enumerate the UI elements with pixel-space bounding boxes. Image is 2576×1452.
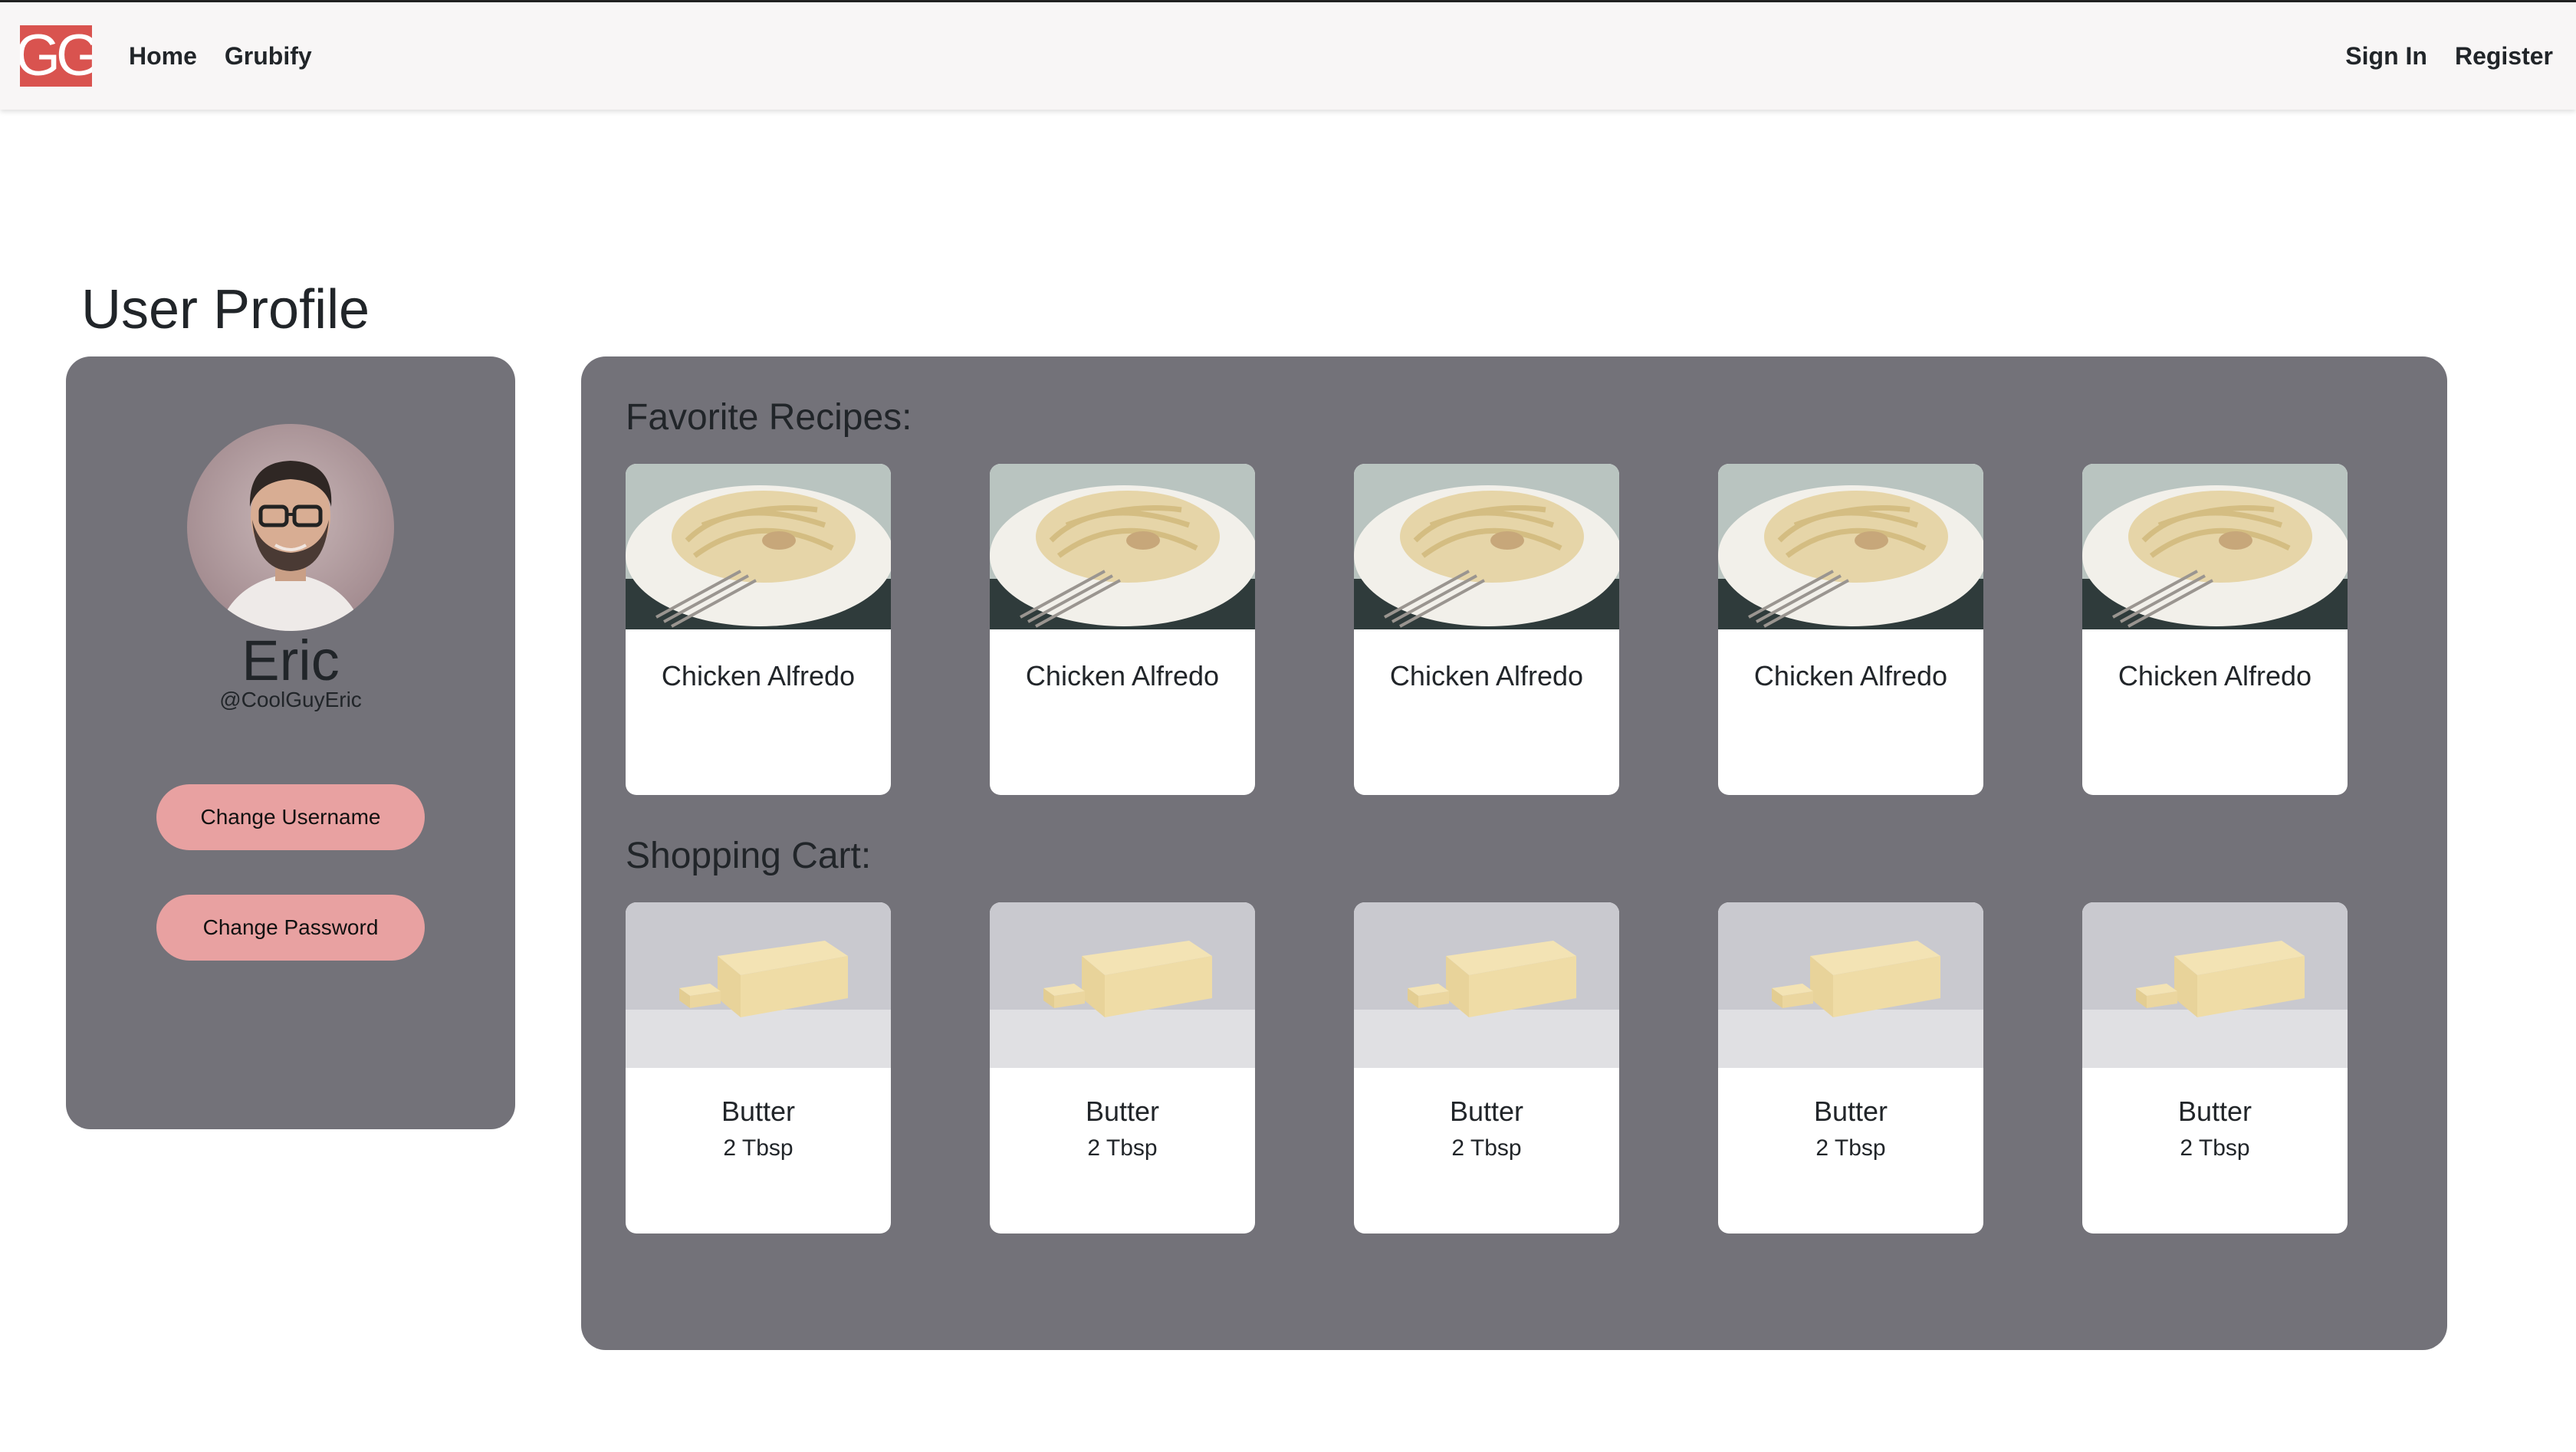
- user-handle: @CoolGuyEric: [219, 688, 362, 711]
- pasta-dish-icon: [626, 464, 891, 629]
- cart-item-card[interactable]: Butter 2 Tbsp: [1718, 902, 1983, 1234]
- page-title: User Profile: [81, 279, 370, 340]
- cart-item-card[interactable]: Butter 2 Tbsp: [990, 902, 1255, 1234]
- page: GG Home Grubify Sign In Register User Pr…: [0, 0, 2576, 1452]
- pasta-dish-icon: [1718, 464, 1983, 629]
- brand-logo[interactable]: GG: [20, 25, 92, 87]
- butter-stick-icon: [2082, 902, 2348, 1068]
- cart-item-quantity: 2 Tbsp: [1087, 1135, 1158, 1161]
- butter-image: [626, 902, 891, 1068]
- chicken-alfredo-image: [1354, 464, 1619, 629]
- nav-register-link[interactable]: Register: [2455, 42, 2553, 71]
- cart-item-card[interactable]: Butter 2 Tbsp: [626, 902, 891, 1234]
- cart-item-name: Butter: [721, 1096, 796, 1127]
- main-panel: Favorite Recipes: Chicken Alfredo Chicke…: [581, 356, 2447, 1350]
- pasta-dish-icon: [2082, 464, 2348, 629]
- change-password-button[interactable]: Change Password: [156, 895, 425, 961]
- favorite-recipes-heading: Favorite Recipes:: [626, 397, 912, 438]
- navbar-right: Sign In Register: [2318, 42, 2553, 71]
- avatar: [187, 424, 394, 631]
- butter-image: [990, 902, 1255, 1068]
- cart-item-card[interactable]: Butter 2 Tbsp: [2082, 902, 2348, 1234]
- pasta-dish-icon: [990, 464, 1255, 629]
- recipe-name: Chicken Alfredo: [1753, 660, 1948, 692]
- butter-image: [1354, 902, 1619, 1068]
- navbar: GG Home Grubify Sign In Register: [0, 2, 2576, 110]
- profile-card: Eric @CoolGuyEric Change Username Change…: [66, 356, 515, 1129]
- butter-stick-icon: [1718, 902, 1983, 1068]
- recipe-name: Chicken Alfredo: [2118, 660, 2312, 692]
- chicken-alfredo-image: [2082, 464, 2348, 629]
- butter-stick-icon: [990, 902, 1255, 1068]
- recipe-card[interactable]: Chicken Alfredo: [2082, 464, 2348, 795]
- nav-grubify-link[interactable]: Grubify: [225, 42, 312, 71]
- butter-image: [1718, 902, 1983, 1068]
- recipe-card[interactable]: Chicken Alfredo: [1354, 464, 1619, 795]
- recipe-card[interactable]: Chicken Alfredo: [626, 464, 891, 795]
- chicken-alfredo-image: [1718, 464, 1983, 629]
- cart-item-quantity: 2 Tbsp: [1815, 1135, 1886, 1161]
- recipe-name: Chicken Alfredo: [1025, 660, 1220, 692]
- nav-sign-in-link[interactable]: Sign In: [2345, 42, 2427, 71]
- cart-item-quantity: 2 Tbsp: [1451, 1135, 1522, 1161]
- shopping-cart-heading: Shopping Cart:: [626, 836, 872, 876]
- butter-image: [2082, 902, 2348, 1068]
- cart-item-name: Butter: [1813, 1096, 1888, 1127]
- recipe-card[interactable]: Chicken Alfredo: [990, 464, 1255, 795]
- recipe-name: Chicken Alfredo: [1389, 660, 1584, 692]
- person-portrait-icon: [218, 461, 363, 631]
- recipe-name: Chicken Alfredo: [661, 660, 856, 692]
- butter-stick-icon: [626, 902, 891, 1068]
- cart-item-name: Butter: [1449, 1096, 1524, 1127]
- nav-home-link[interactable]: Home: [129, 42, 197, 71]
- butter-stick-icon: [1354, 902, 1619, 1068]
- cart-item-name: Butter: [2177, 1096, 2252, 1127]
- cart-item-quantity: 2 Tbsp: [2180, 1135, 2250, 1161]
- cart-item-quantity: 2 Tbsp: [723, 1135, 794, 1161]
- chicken-alfredo-image: [990, 464, 1255, 629]
- cart-item-card[interactable]: Butter 2 Tbsp: [1354, 902, 1619, 1234]
- navbar-left: GG Home Grubify: [20, 25, 340, 87]
- user-display-name: Eric: [242, 629, 340, 692]
- cart-item-name: Butter: [1085, 1096, 1160, 1127]
- pasta-dish-icon: [1354, 464, 1619, 629]
- chicken-alfredo-image: [626, 464, 891, 629]
- change-username-button[interactable]: Change Username: [156, 784, 425, 850]
- recipe-card[interactable]: Chicken Alfredo: [1718, 464, 1983, 795]
